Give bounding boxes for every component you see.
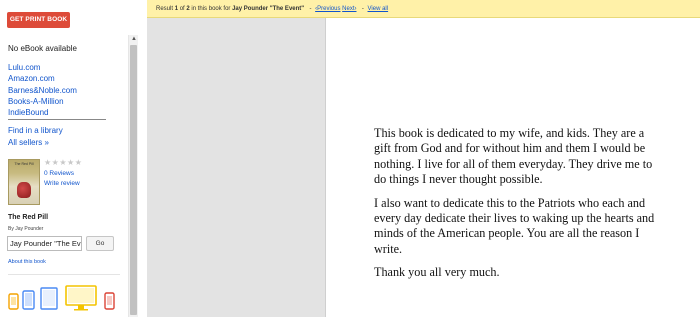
book-title: The Red Pill <box>8 214 49 221</box>
desktop-icon <box>65 285 97 311</box>
reviews-count-link[interactable]: 0 Reviews <box>44 169 80 179</box>
page-paragraph: Thank you all very much. <box>374 265 500 280</box>
divider <box>8 274 120 275</box>
find-in-library-link[interactable]: Find in a library <box>8 125 63 137</box>
result-in-book: in this book for <box>189 6 233 12</box>
library-links: Find in a library All sellers » <box>8 125 63 148</box>
write-review-link[interactable]: Write review <box>44 179 80 189</box>
search-in-book-input[interactable]: Jay Pounder "The Eve <box>7 236 82 251</box>
result-prefix: Result <box>156 6 175 12</box>
seller-link-barnes-noble[interactable]: Barnes&Noble.com <box>8 85 77 96</box>
seller-link-lulu[interactable]: Lulu.com <box>8 62 77 73</box>
device-icons <box>8 285 115 311</box>
sidebar: GET PRINT BOOK No eBook available Lulu.c… <box>0 0 139 317</box>
page-paragraph: I also want to dedicate this to the Patr… <box>374 195 655 256</box>
page-paragraph: This book is dedicated to my wife, and k… <box>374 126 653 187</box>
separator: - <box>360 6 366 12</box>
about-this-book-link[interactable]: About this book <box>8 259 46 265</box>
red-pill-image <box>17 182 31 198</box>
mobile-icon <box>104 292 115 310</box>
page-text: This book is dedicated to my wife, and k… <box>374 126 664 289</box>
all-sellers-link[interactable]: All sellers » <box>8 137 63 149</box>
scrollbar-thumb[interactable] <box>130 45 137 315</box>
phone-icon <box>8 293 19 310</box>
seller-link-books-a-million[interactable]: Books-A-Million <box>8 96 77 107</box>
book-page: This book is dedicated to my wife, and k… <box>325 18 700 317</box>
seller-link-indiebound[interactable]: IndieBound <box>8 107 77 118</box>
scroll-up-arrow-icon[interactable]: ▲ <box>130 35 138 43</box>
book-cover-thumbnail[interactable]: The Red Pill <box>8 159 40 205</box>
no-ebook-label: No eBook available <box>8 44 77 53</box>
book-author: By Jay Pounder <box>8 226 44 232</box>
search-result-bar: Result 1 of 2 in this book for Jay Pound… <box>147 0 700 18</box>
separator: - <box>307 6 314 12</box>
cover-title: The Red Pill <box>14 162 34 166</box>
ereader-icon <box>40 287 58 310</box>
reviews-block: 0 Reviews Write review <box>44 169 80 188</box>
view-all-link[interactable]: View all <box>368 6 389 12</box>
result-query: Jay Pounder "The Event" <box>232 6 305 12</box>
seller-link-amazon[interactable]: Amazon.com <box>8 73 77 84</box>
star-rating: ★★★★★ <box>44 158 83 167</box>
seller-list: Lulu.com Amazon.com Barnes&Noble.com Boo… <box>8 62 77 118</box>
tablet-icon <box>22 290 35 310</box>
next-result-link[interactable]: Next› <box>342 6 356 12</box>
previous-result-link[interactable]: ‹Previous <box>315 6 340 12</box>
sidebar-scrollbar[interactable]: ▲ <box>128 35 138 317</box>
divider <box>8 119 106 120</box>
get-print-book-button[interactable]: GET PRINT BOOK <box>7 12 70 28</box>
go-button[interactable]: Go <box>86 236 114 251</box>
